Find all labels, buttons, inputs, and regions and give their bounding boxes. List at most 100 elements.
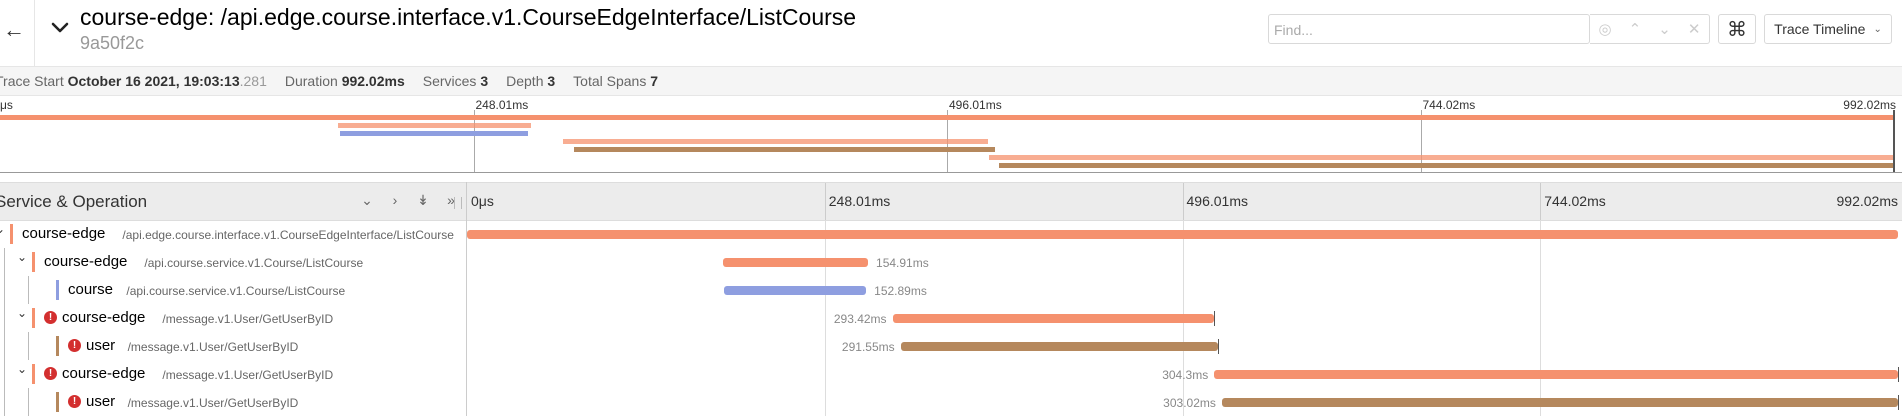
span-rows: ⌄ course-edge/api.edge.course.interface.v… (0, 220, 1902, 416)
tree-guide-line (4, 388, 5, 416)
summary-depth: Depth 3 (506, 73, 555, 89)
minimap-tick-label: 248.01ms (475, 98, 529, 112)
chevron-up-icon[interactable]: ⌃ (1629, 20, 1642, 38)
span-bar[interactable] (1221, 398, 1898, 407)
span-bar-end-marker (1897, 395, 1899, 410)
service-color-strip (32, 252, 35, 272)
span-row[interactable]: ! user/message.v1.User/GetUserByID 291.55m… (0, 332, 1902, 360)
find-input[interactable] (1272, 17, 1576, 43)
span-bar[interactable] (723, 286, 867, 295)
trace-title-operation: /api.edge.course.interface.v1.CourseEdge… (220, 4, 857, 30)
summary-duration-label: Duration (284, 73, 338, 89)
timeline-header-grid-line (824, 183, 826, 220)
summary-depth-label: Depth (506, 73, 544, 89)
minimap-tick-label: 992.02ms (1843, 98, 1896, 112)
span-row[interactable]: ⌄ course-edge/api.course.service.v1.Cours… (0, 248, 1902, 276)
expand-toggle-icon[interactable]: ⌄ (15, 250, 29, 264)
span-name-cell: ⌄! course-edge/message.v1.User/GetUserByI… (0, 360, 466, 388)
header-divider (34, 0, 35, 66)
span-operation-name: /message.v1.User/GetUserByID (162, 312, 334, 326)
span-bar-end-marker (1213, 311, 1215, 326)
minimap-span-bar (563, 139, 989, 144)
span-duration-label: 304.3ms (1162, 368, 1209, 382)
summary-spans-value: 7 (650, 73, 659, 89)
tree-guide-line (28, 388, 29, 416)
expand-one-icon[interactable]: › (388, 192, 402, 209)
span-service-name: course-edge (44, 253, 128, 270)
error-icon: ! (44, 367, 57, 380)
view-select-button[interactable]: Trace Timeline ⌄ (1764, 14, 1892, 44)
span-service-name: course-edge (62, 309, 146, 326)
span-operation-name: /message.v1.User/GetUserByID (162, 368, 334, 382)
trace-minimap[interactable]: μs 248.01ms 496.01ms 744.02ms 992.02ms (0, 96, 1902, 173)
error-icon: ! (68, 395, 81, 408)
close-icon[interactable]: ✕ (1688, 20, 1701, 38)
span-bar[interactable] (722, 258, 868, 267)
summary-services-value: 3 (480, 73, 489, 89)
trace-id: 9a50f2c (80, 33, 145, 53)
column-resize-handle[interactable] (454, 197, 462, 209)
timeline-header: Service & Operation ⌄ › ↡ » 0μs 248.01ms 4… (0, 182, 1902, 221)
span-operation-name: /api.edge.course.interface.v1.CourseEdge… (122, 228, 454, 242)
minimap-span-bar (999, 163, 1894, 168)
caret-down-icon: ⌄ (1873, 23, 1882, 35)
span-row[interactable]: ⌄ course-edge/api.edge.course.interface.v… (0, 220, 1902, 248)
trace-title: course-edge: /api.edge.course.interface.… (80, 4, 856, 31)
minimap-span-bar (0, 115, 1894, 120)
summary-start-label: Trace Start (0, 73, 64, 89)
tree-controls: ⌄ › ↡ » (360, 192, 458, 209)
tree-guide-line (4, 248, 5, 276)
span-duration-label: 293.42ms (833, 312, 887, 326)
timeline-tick-label: 496.01ms (1186, 193, 1248, 209)
span-bar-end-marker (1218, 339, 1220, 354)
error-icon: ! (44, 311, 57, 324)
span-row[interactable]: ⌄! course-edge/message.v1.User/GetUserByI… (0, 360, 1902, 388)
back-arrow-icon[interactable]: ← (0, 0, 28, 60)
summary-duration-value: 992.02ms (341, 73, 405, 89)
keyboard-shortcuts-button[interactable]: ⌘ (1718, 14, 1756, 44)
span-service-name: user (86, 393, 116, 410)
column-divider[interactable] (466, 182, 467, 416)
collapse-all-icon[interactable]: ↡ (416, 192, 430, 209)
span-bar[interactable] (1214, 370, 1898, 379)
span-duration-label: 291.55ms (841, 340, 895, 354)
timeline-tick-label: 0μs (471, 193, 494, 209)
span-row[interactable]: ! user/message.v1.User/GetUserByID 303.02m… (0, 388, 1902, 416)
service-color-strip (10, 224, 13, 244)
trace-title-service: course-edge (80, 4, 208, 30)
summary-spans-label: Total Spans (573, 73, 647, 89)
timeline-header-grid-line (1540, 183, 1542, 220)
span-bar[interactable] (892, 314, 1214, 323)
span-bar[interactable] (900, 342, 1219, 351)
collapse-one-icon[interactable]: ⌄ (360, 192, 374, 209)
expand-toggle-icon[interactable]: ⌄ (15, 306, 29, 320)
minimap-tick-label: μs (0, 98, 13, 112)
span-service-name: user (86, 337, 116, 354)
command-icon: ⌘ (1727, 18, 1747, 41)
error-icon: ! (68, 339, 81, 352)
tree-guide-line (4, 276, 5, 304)
tree-guide-line (28, 276, 29, 304)
minimap-span-bar (573, 147, 995, 152)
span-operation-name: /api.course.service.v1.Course/ListCourse (144, 256, 364, 270)
minimap-span-bar (338, 123, 531, 128)
expand-toggle-icon[interactable]: ⌄ (0, 222, 7, 236)
span-row[interactable]: course/api.course.service.v1.Course/List… (0, 276, 1902, 304)
summary-depth-value: 3 (547, 73, 556, 89)
chevron-down-icon[interactable] (48, 16, 72, 40)
minimap-span-bar (339, 131, 529, 136)
chevron-down-small-icon[interactable]: ⌄ (1658, 20, 1671, 38)
locate-icon[interactable]: ◎ (1599, 20, 1612, 38)
summary-services: Services 3 (423, 73, 488, 89)
span-row[interactable]: ⌄! course-edge/message.v1.User/GetUserByI… (0, 304, 1902, 332)
span-name-cell: ⌄ course-edge/api.course.service.v1.Cours… (0, 248, 466, 276)
span-bar[interactable] (467, 230, 1898, 239)
span-duration-label: 152.89ms (874, 284, 927, 298)
summary-total-spans: Total Spans 7 (573, 73, 658, 89)
span-name-cell: ⌄ course-edge/api.edge.course.interface.v… (0, 220, 466, 248)
trace-title-separator: : (207, 4, 221, 30)
expand-toggle-icon[interactable]: ⌄ (15, 362, 29, 376)
minimap-viewport-handle[interactable] (1893, 110, 1895, 172)
service-color-strip (32, 308, 35, 328)
span-operation-name: /api.course.service.v1.Course/ListCourse (126, 284, 346, 298)
